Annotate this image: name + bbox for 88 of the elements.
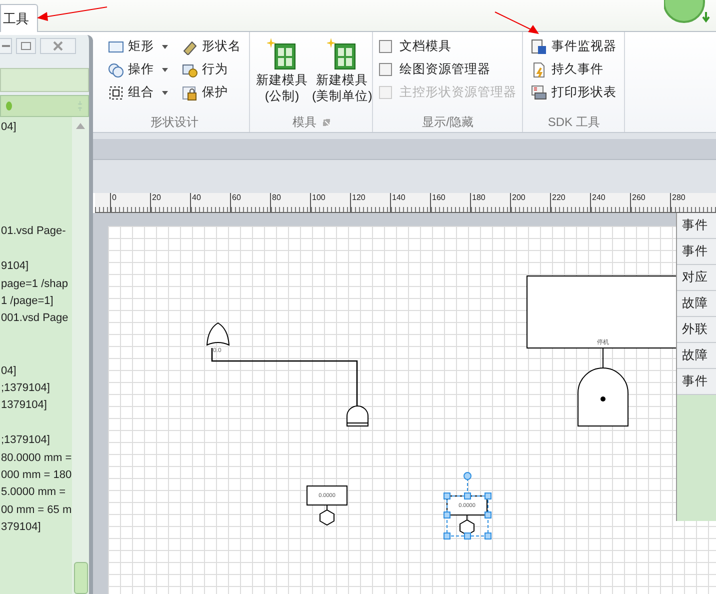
inhibit-gate-shape [578,368,628,426]
caret-icon [162,44,168,48]
event-box[interactable] [306,486,348,506]
progress-circle-icon [664,0,710,26]
log-line: 80.0000 mm = [0,450,72,466]
grid-sparkle-icon [327,38,358,70]
ruler-label: 280 [672,193,686,202]
panel-list-item[interactable]: 故障 [677,343,716,369]
tag-icon [182,38,198,54]
caret-icon [162,68,168,72]
annotation-arrow [37,6,109,22]
hexagon-shape [460,514,474,536]
or-gate-shape [206,322,230,346]
group-label: 显示/隐藏 [422,114,474,130]
log-line: 9104] [0,259,30,274]
ribbon-button[interactable]: 保护 [180,82,243,103]
ruler-label: 260 [632,193,646,202]
ribbon-button[interactable]: 矩形 [106,36,170,57]
log-line: 000 mm = 180 [0,468,72,484]
close-button[interactable] [40,38,76,54]
printer-icon [531,84,548,100]
ribbon-button[interactable]: 持久事件 [529,59,618,80]
log-line: 04] [0,120,18,135]
log-line: 00 mm = 65 m [0,502,72,518]
maximize-button[interactable] [16,38,36,54]
new-stencil-button[interactable]: 新建模具 (公制) [256,36,308,112]
ribbon-button[interactable]: 组合 [106,82,170,103]
log-line: 04] [0,364,18,379]
ruler-label: 160 [432,193,446,202]
log-line: 379104] [0,520,42,536]
checkbox-option[interactable]: 文档模具 [379,36,516,57]
minimize-button[interactable] [0,38,12,54]
group-icon [108,84,124,100]
group-label: 形状设计 [150,114,198,130]
log-line: page=1 /shap [0,276,69,292]
ruler-label: 100 [312,193,326,202]
ruler-label: 220 [552,193,566,202]
caret-icon [162,90,168,94]
ruler-label: 240 [592,193,606,202]
close-icon [53,41,63,51]
ribbon-button[interactable]: 打印形状表 [529,82,618,103]
rectangle-icon [108,38,124,54]
ruler-label: 80 [272,193,281,202]
checkbox-option[interactable]: 绘图资源管理器 [379,59,516,80]
dialog-launcher-icon[interactable] [322,118,330,126]
ruler-label: 140 [392,193,406,202]
ribbon-tab[interactable]: 工具 [0,4,38,32]
ruler-label: 180 [472,193,486,202]
grid-sparkle-icon [267,38,297,70]
minimize-icon [2,44,10,48]
log-line: 001.vsd Page [0,311,70,326]
group-label: 模具 [292,114,317,130]
ribbon-button[interactable]: 操作 [106,59,170,80]
log-line: ;1379104] [0,433,51,448]
ribbon-button[interactable]: 事件监视器 [529,36,618,57]
group-label: SDK 工具 [548,114,600,130]
ribbon-button[interactable]: 形状名 [180,36,243,57]
lock-icon [182,84,198,100]
scrollbar-thumb[interactable] [74,562,88,594]
document-icon [531,38,548,54]
log-line: ;1379104] [0,381,51,396]
leaf-icon [5,101,13,111]
maximize-icon [21,42,31,50]
log-line: 1379104] [0,398,48,414]
log-line: 1 /page=1] [0,294,54,310]
panel-list-item[interactable]: 事件 [677,239,716,265]
ruler-label: 60 [232,193,241,202]
scroll-up-icon[interactable] [76,123,85,129]
ruler-label: 20 [152,193,161,202]
and-gate-shape [346,406,368,426]
ruler-label: 40 [192,193,201,202]
lightning-page-icon [531,62,548,78]
circles-icon [108,62,124,78]
new-stencil-button[interactable]: 新建模具 (美制单位) [312,36,372,112]
log-line: 5.0000 mm = [0,485,67,500]
ruler-label: 200 [512,193,526,202]
panel-list-item[interactable]: 外联 [677,317,716,343]
log-line: 01.vsd Page- [0,224,67,240]
selection-handles[interactable] [444,472,492,540]
panel-list-item[interactable]: 事件 [677,369,716,395]
ruler-label: 0 [112,193,116,202]
ribbon-button[interactable]: 行为 [180,59,243,80]
panel-list-item[interactable]: 故障 [677,291,716,317]
panel-list-item[interactable]: 对应 [677,265,716,291]
annotation-arrow [494,11,540,35]
panel-list-item[interactable]: 事件 [677,213,716,239]
connector-line [602,348,604,368]
ruler-label: 120 [352,193,366,202]
